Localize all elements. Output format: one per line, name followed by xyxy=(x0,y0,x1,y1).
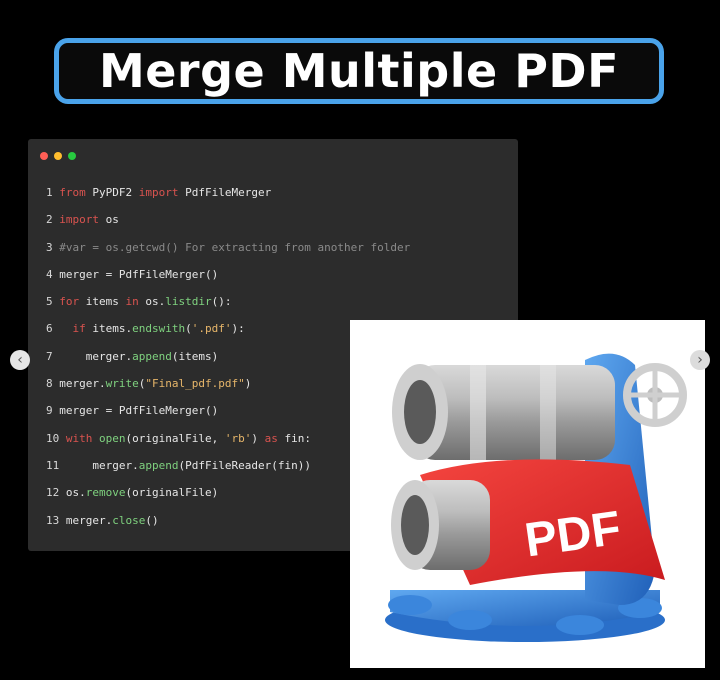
code-token: 'rb' xyxy=(224,431,252,445)
code-token: os. xyxy=(65,486,86,500)
code-token: ) xyxy=(244,377,252,391)
line-number: 1 xyxy=(46,186,60,199)
code-token: if xyxy=(72,322,86,336)
code-token: write xyxy=(105,377,139,391)
previous-slide-button[interactable]: ‹ xyxy=(10,350,30,370)
code-token: items xyxy=(79,295,126,309)
line-number: 12 xyxy=(46,486,66,500)
page-title: Merge Multiple PDF xyxy=(98,44,620,98)
code-token: #var = os.getcwd() For extracting from a… xyxy=(59,240,411,254)
minimize-dot xyxy=(54,152,62,160)
code-token: remove xyxy=(85,486,126,500)
code-token: ): xyxy=(231,322,245,336)
line-number: 2 xyxy=(46,213,60,227)
code-token: in xyxy=(125,295,139,309)
code-token: listdir xyxy=(165,295,212,309)
line-number: 11 xyxy=(46,458,66,472)
code-token: os xyxy=(99,213,119,227)
code-token: import xyxy=(138,186,179,199)
code-token: (items) xyxy=(171,349,219,363)
code-token: os. xyxy=(138,295,166,309)
title-banner: Merge Multiple PDF xyxy=(54,38,664,104)
code-line: 5 for items in os.listdir(): xyxy=(46,293,410,320)
code-token: append xyxy=(132,349,172,363)
code-line: 3 #var = os.getcwd() For extracting from… xyxy=(46,239,410,266)
line-number: 5 xyxy=(46,295,60,309)
code-token: open xyxy=(99,431,126,445)
code-token: (PdfFileReader(fin)) xyxy=(178,458,311,472)
line-number: 13 xyxy=(46,513,66,527)
code-token: for xyxy=(59,295,80,309)
next-slide-button[interactable]: › xyxy=(690,350,710,370)
code-token: items. xyxy=(85,322,133,336)
line-number: 9 xyxy=(46,404,60,418)
code-token: merger. xyxy=(65,458,139,472)
maximize-dot xyxy=(68,152,76,160)
code-token: endswith xyxy=(132,322,186,336)
pdf-merger-logo-icon: PDF xyxy=(385,353,687,642)
code-token: PyPDF2 xyxy=(85,186,139,199)
close-dot xyxy=(40,152,48,160)
line-number: 6 xyxy=(46,322,60,336)
code-token: ( xyxy=(185,322,192,336)
pdf-app-image-panel: PDF xyxy=(350,320,705,668)
code-token: PdfFileMerger xyxy=(178,186,272,199)
code-line: 4 merger = PdfFileMerger() xyxy=(46,266,410,293)
code-token: '.pdf' xyxy=(191,322,232,336)
code-token: merger. xyxy=(65,513,113,527)
line-number: 4 xyxy=(46,267,60,281)
code-line: 1 from PyPDF2 import PdfFileMerger xyxy=(46,184,410,211)
code-token: merger. xyxy=(59,349,133,363)
code-token: append xyxy=(138,458,179,472)
line-number: 8 xyxy=(46,377,60,391)
code-token: "Final_pdf.pdf" xyxy=(145,377,245,391)
window-controls xyxy=(40,152,76,160)
code-token: merger = PdfFileMerger() xyxy=(59,404,219,418)
code-token: (originalFile, xyxy=(125,431,225,445)
line-number: 10 xyxy=(46,431,66,445)
code-token: () xyxy=(145,513,159,527)
code-token: as xyxy=(264,431,278,445)
code-token: (originalFile) xyxy=(125,486,219,500)
code-line: 2 import os xyxy=(46,211,410,238)
code-token: import xyxy=(59,213,99,227)
code-token: (): xyxy=(211,295,232,309)
code-token: close xyxy=(112,513,146,527)
line-number: 7 xyxy=(46,349,60,363)
code-token: with xyxy=(65,431,93,445)
code-token: merger. xyxy=(59,377,106,391)
code-token: ) xyxy=(251,431,265,445)
code-token: fin: xyxy=(277,431,311,445)
code-token: merger = PdfFileMerger() xyxy=(59,267,219,281)
line-number: 3 xyxy=(46,240,60,254)
code-token: from xyxy=(59,186,86,199)
